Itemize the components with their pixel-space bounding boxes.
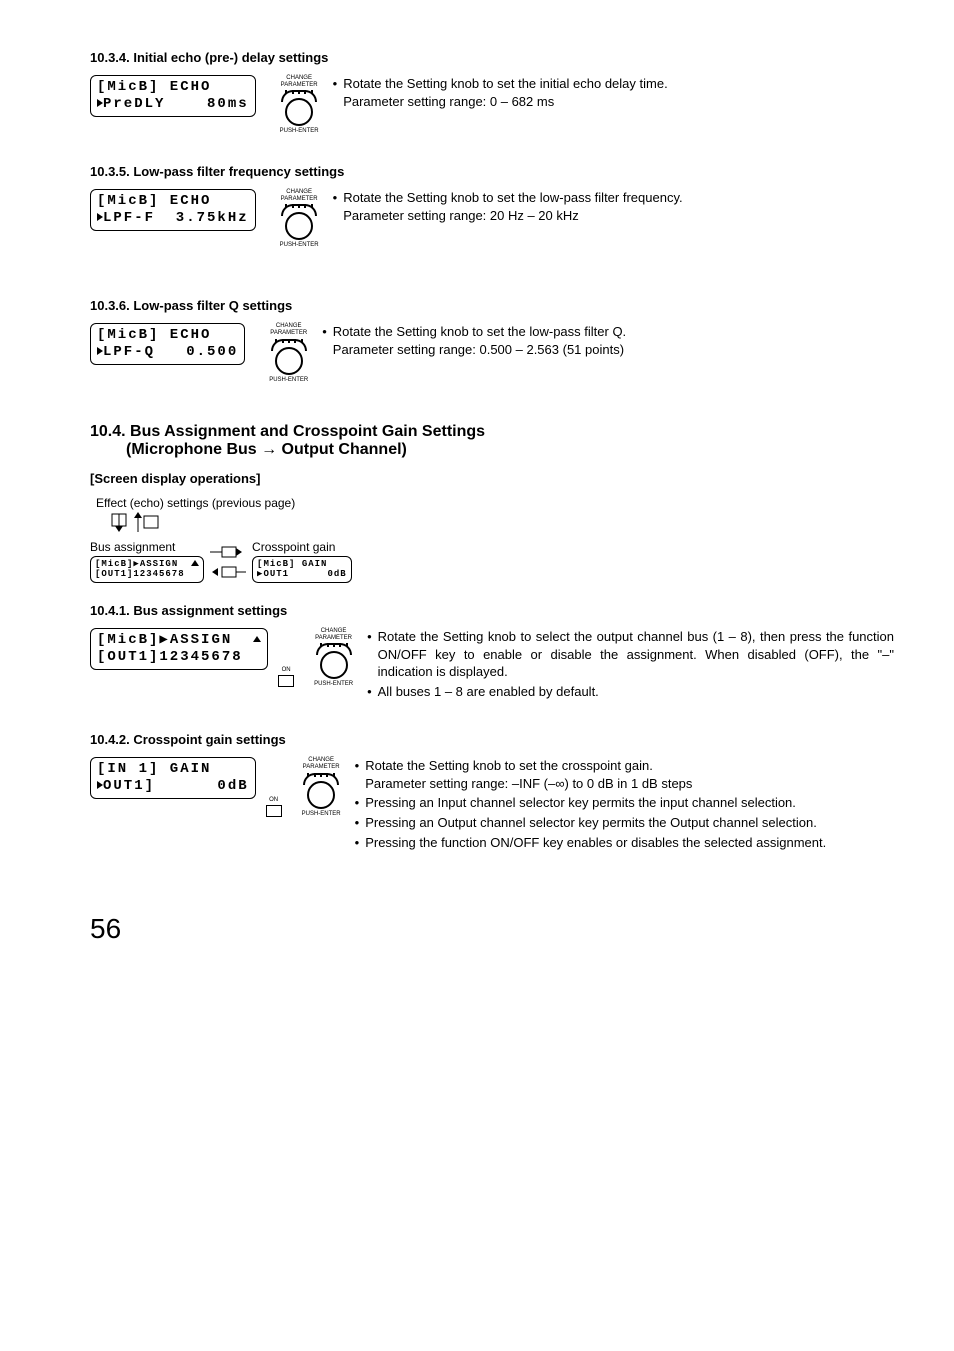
lcd-line: [MicB]▶ASSIGN xyxy=(95,559,178,569)
section-10-4-title: 10.4. Bus Assignment and Crosspoint Gain… xyxy=(90,423,894,459)
knob-label: CHANGE xyxy=(321,628,347,634)
on-off-button: ON xyxy=(266,797,282,817)
knob-push-label: PUSH-ENTER xyxy=(269,377,308,383)
horiz-arrows-icon xyxy=(208,543,248,583)
bullet-icon: • xyxy=(333,75,338,110)
bullet-icon: • xyxy=(355,757,360,792)
knob-label: CHANGE xyxy=(286,189,312,195)
setting-knob: CHANGEPARAMETER PUSH-ENTER xyxy=(280,189,319,248)
prev-page-caption: Effect (echo) settings (previous page) xyxy=(96,496,894,510)
lcd-line: [MicB]▶ASSIGN xyxy=(97,632,232,648)
lcd-10-3-6: [MicB] ECHO LPF-Q 0.500 xyxy=(90,323,245,365)
knob-label: PARAMETER xyxy=(281,196,318,202)
desc-text: Rotate the Setting knob to select the ou… xyxy=(378,628,894,681)
desc-text: Parameter setting range: 0 – 682 ms xyxy=(343,94,554,109)
lcd-crosspoint-small: [MicB] GAIN ▶OUT1 0dB xyxy=(252,556,352,584)
setting-knob: CHANGEPARAMETER PUSH-ENTER xyxy=(269,323,308,382)
lcd-line: [MicB] ECHO xyxy=(97,327,211,343)
page-number: 56 xyxy=(90,913,894,945)
desc-text: Pressing an Input channel selector key p… xyxy=(365,794,796,812)
lcd-line: [MicB] ECHO xyxy=(97,193,211,209)
knob-label: PARAMETER xyxy=(281,82,318,88)
on-label: ON xyxy=(269,797,278,803)
knob-push-label: PUSH-ENTER xyxy=(280,128,319,134)
bullet-icon: • xyxy=(355,834,360,852)
up-arrow-icon xyxy=(191,560,199,566)
lcd-line: [IN 1] GAIN xyxy=(97,761,211,777)
up-arrow-icon xyxy=(253,636,261,642)
lcd-line: LPF-F 3.75kHz xyxy=(103,210,249,226)
lcd-line: [OUT1]12345678 xyxy=(95,569,185,579)
on-label: ON xyxy=(282,667,291,673)
knob-push-label: PUSH-ENTER xyxy=(280,242,319,248)
screen-display-ops: [Screen display operations] xyxy=(90,471,894,486)
knob-label: PARAMETER xyxy=(315,635,352,641)
knob-push-label: PUSH-ENTER xyxy=(314,681,353,687)
lcd-line: [MicB] GAIN xyxy=(257,559,327,569)
lcd-10-4-1: [MicB]▶ASSIGN [OUT1]12345678 xyxy=(90,628,268,670)
bullet-icon: • xyxy=(333,189,338,224)
bullet-icon: • xyxy=(322,323,327,358)
heading-line: 10.4. Bus Assignment and Crosspoint Gain… xyxy=(90,423,485,440)
nav-diagram: Effect (echo) settings (previous page) B… xyxy=(90,496,894,584)
section-10-4-1-title: 10.4.1. Bus assignment settings xyxy=(90,603,894,618)
lcd-10-4-2: [IN 1] GAIN OUT1] 0dB xyxy=(90,757,256,799)
knob-push-label: PUSH-ENTER xyxy=(302,811,341,817)
crosspoint-gain-caption: Crosspoint gain xyxy=(252,540,352,554)
lcd-bus-assign-small: [MicB]▶ASSIGN [OUT1]12345678 xyxy=(90,556,204,584)
desc-text: Rotate the Setting knob to set the cross… xyxy=(365,758,653,773)
desc-text: Pressing an Output channel selector key … xyxy=(365,814,817,832)
lcd-line: [MicB] ECHO xyxy=(97,79,211,95)
section-10-3-4-title: 10.3.4. Initial echo (pre-) delay settin… xyxy=(90,50,894,65)
lcd-10-3-5: [MicB] ECHO LPF-F 3.75kHz xyxy=(90,189,256,231)
knob-label: PARAMETER xyxy=(303,764,340,770)
knob-label: PARAMETER xyxy=(270,330,307,336)
desc-text: Rotate the Setting knob to set the low-p… xyxy=(343,190,682,205)
section-10-3-6-title: 10.3.6. Low-pass filter Q settings xyxy=(90,298,894,313)
knob-label: CHANGE xyxy=(308,757,334,763)
bullet-icon: • xyxy=(367,683,372,701)
nav-arrows-icon xyxy=(110,512,170,536)
bus-assign-caption: Bus assignment xyxy=(90,540,204,554)
lcd-10-3-4: [MicB] ECHO PreDLY 80ms xyxy=(90,75,256,117)
lcd-line: PreDLY 80ms xyxy=(103,96,249,112)
desc-text: Parameter setting range: 20 Hz – 20 kHz xyxy=(343,208,579,223)
knob-label: CHANGE xyxy=(286,75,312,81)
section-10-4-2-title: 10.4.2. Crosspoint gain settings xyxy=(90,732,894,747)
setting-knob: CHANGEPARAMETER PUSH-ENTER xyxy=(314,628,353,687)
section-10-3-5-title: 10.3.5. Low-pass filter frequency settin… xyxy=(90,164,894,179)
desc-text: Rotate the Setting knob to set the low-p… xyxy=(333,324,626,339)
bullet-icon: • xyxy=(355,814,360,832)
lcd-line: [OUT1]12345678 xyxy=(97,649,243,665)
heading-line: (Microphone Bus → Output Channel) xyxy=(126,441,407,458)
desc-text: All buses 1 – 8 are enabled by default. xyxy=(378,683,599,701)
setting-knob: CHANGEPARAMETER PUSH-ENTER xyxy=(280,75,319,134)
bullet-icon: • xyxy=(355,794,360,812)
lcd-line: OUT1] 0dB xyxy=(103,778,249,794)
knob-label: CHANGE xyxy=(276,323,302,329)
desc-text: Parameter setting range: 0.500 – 2.563 (… xyxy=(333,342,624,357)
desc-text: Rotate the Setting knob to set the initi… xyxy=(343,76,667,91)
lcd-line: LPF-Q 0.500 xyxy=(103,344,238,360)
desc-text: Parameter setting range: –INF (–∞) to 0 … xyxy=(365,776,692,791)
desc-text: Pressing the function ON/OFF key enables… xyxy=(365,834,826,852)
on-off-button: ON xyxy=(278,667,294,687)
bullet-icon: • xyxy=(367,628,372,681)
lcd-line: ▶OUT1 0dB xyxy=(257,569,347,579)
setting-knob: CHANGEPARAMETER PUSH-ENTER xyxy=(302,757,341,816)
